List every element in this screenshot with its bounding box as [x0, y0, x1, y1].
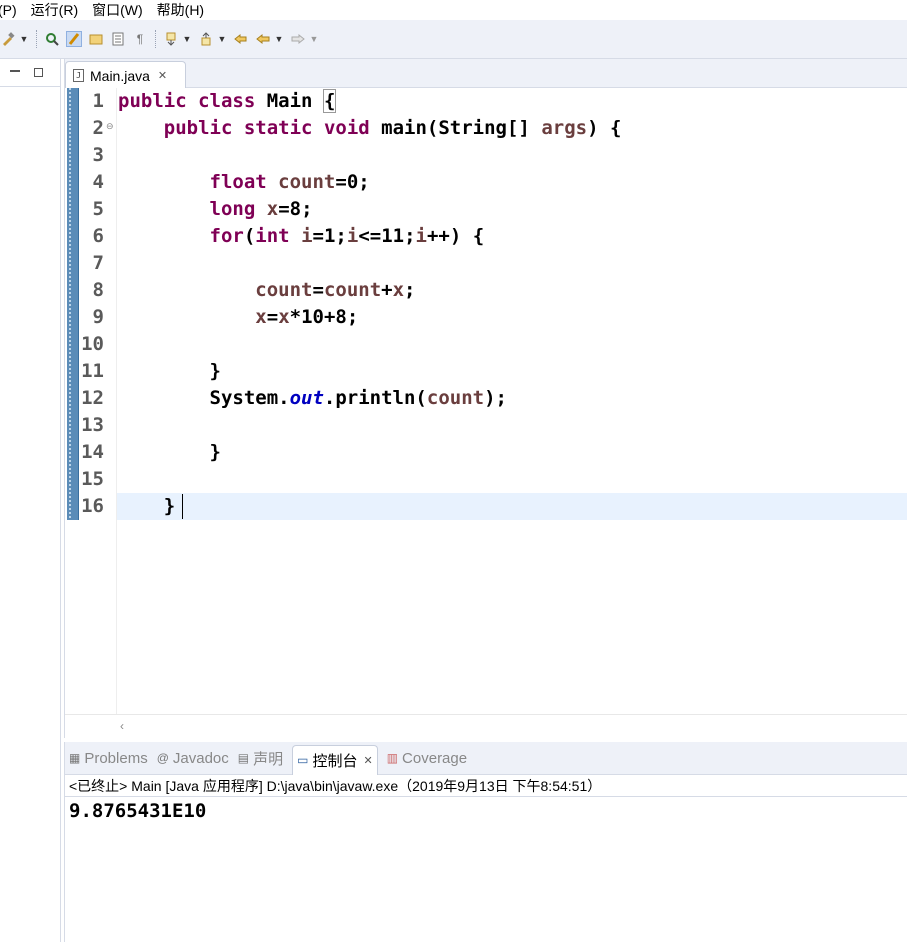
line-number: 15 — [81, 468, 104, 490]
toolbar: ▼ ¶ ▼ ▼ ▼ ▼ — [0, 20, 907, 59]
maximize-icon[interactable] — [34, 68, 43, 77]
code-line: float count=0; — [209, 171, 370, 193]
block-selection-icon[interactable] — [110, 31, 126, 47]
problems-icon: ▦ — [69, 751, 81, 765]
build-dropdown-icon[interactable]: ▼ — [19, 31, 29, 47]
declaration-icon: ▤ — [237, 751, 250, 765]
build-icon[interactable] — [0, 31, 16, 47]
search-icon[interactable] — [44, 31, 60, 47]
console-description: <已终止> Main [Java 应用程序] D:\java\bin\javaw… — [65, 775, 907, 797]
tab-main-java[interactable]: J Main.java ✕ — [65, 61, 186, 89]
bottom-tab-bar: ▦ Problems @ Javadoc ▤ 声明 ▭ 控制台 ✕ ▥ Cove… — [65, 742, 907, 775]
scroll-left-icon[interactable]: ‹ — [120, 719, 124, 733]
tab-problems[interactable]: ▦ Problems — [69, 750, 148, 767]
tab-label: 声明 — [253, 750, 284, 768]
left-panel — [0, 59, 61, 942]
code-line: count=count+x; — [255, 279, 416, 301]
tab-label: Javadoc — [172, 749, 229, 767]
line-number-gutter: 1 2 ⊖ 3 4 5 6 7 8 9 10 11 12 13 14 15 16 — [79, 88, 117, 714]
horizontal-scrollbar[interactable]: ‹ — [65, 714, 907, 738]
line-number: 12 — [81, 387, 104, 409]
code-line: System.out.println(count); — [118, 387, 507, 409]
line-number: 13 — [81, 414, 104, 436]
next-annotation-icon[interactable] — [163, 31, 179, 47]
last-edit-location-icon[interactable] — [233, 31, 249, 47]
menu-bar: (P) 运行(R) 窗口(W) 帮助(H) — [0, 0, 907, 20]
previous-annotation-dropdown-icon[interactable]: ▼ — [217, 31, 227, 47]
minimize-icon[interactable] — [10, 69, 20, 72]
line-number: 9 — [92, 306, 104, 328]
tab-coverage[interactable]: ▥ Coverage — [387, 750, 467, 767]
line-number: 3 — [92, 144, 104, 166]
toolbar-separator — [36, 30, 37, 48]
line-number: 10 — [81, 333, 104, 355]
code-line: for(int i=1;i<=11;i++) { — [209, 225, 485, 247]
tab-label: Problems — [84, 749, 148, 767]
java-file-icon: J — [73, 69, 84, 82]
tab-label: 控制台 — [312, 752, 358, 770]
change-ruler — [67, 88, 79, 520]
menu-window[interactable]: 窗口(W) — [85, 0, 150, 20]
code-line: } — [118, 441, 221, 463]
text-caret — [182, 494, 183, 519]
coverage-icon: ▥ — [386, 751, 399, 765]
bottom-panel: ▦ Problems @ Javadoc ▤ 声明 ▭ 控制台 ✕ ▥ Cove… — [64, 742, 907, 942]
previous-annotation-icon[interactable] — [198, 31, 214, 47]
close-icon[interactable]: ✕ — [363, 754, 372, 767]
code-editor[interactable]: 1 2 ⊖ 3 4 5 6 7 8 9 10 11 12 13 14 15 16… — [65, 88, 907, 714]
mark-occurrences-icon[interactable] — [66, 31, 82, 47]
editor-tab-bar: J Main.java ✕ — [65, 59, 907, 89]
editor-area: J Main.java ✕ 1 2 ⊖ 3 4 5 6 7 8 9 10 11 … — [64, 59, 907, 738]
line-number: 7 — [92, 252, 104, 274]
code-line: public static void main(String[] args) { — [163, 117, 622, 139]
line-number: 1 — [92, 90, 104, 112]
forward-icon[interactable] — [290, 31, 306, 47]
show-whitespace-icon[interactable]: ¶ — [132, 31, 148, 47]
tab-declaration[interactable]: ▤ 声明 — [238, 748, 283, 769]
code-line: long x=8; — [209, 198, 313, 220]
left-panel-header — [0, 59, 60, 87]
code-line: } — [118, 495, 176, 517]
line-number: 8 — [92, 279, 104, 301]
tab-javadoc[interactable]: @ Javadoc — [157, 750, 229, 767]
menu-project[interactable]: (P) — [0, 2, 24, 18]
code-line: x=x*10+8; — [255, 306, 359, 328]
menu-help[interactable]: 帮助(H) — [150, 0, 211, 20]
tab-label: Coverage — [402, 749, 468, 767]
console-output[interactable]: 9.8765431E10 — [65, 797, 907, 822]
back-icon[interactable] — [255, 31, 271, 47]
tab-label: Main.java — [90, 67, 150, 84]
line-number: 5 — [92, 198, 104, 220]
line-number: 6 — [92, 225, 104, 247]
fold-collapse-icon[interactable]: ⊖ — [106, 121, 114, 132]
next-annotation-dropdown-icon[interactable]: ▼ — [182, 31, 192, 47]
line-number: 14 — [81, 441, 104, 463]
toggle-breadcrumb-icon[interactable] — [88, 31, 104, 47]
code-line: } — [118, 360, 221, 382]
forward-dropdown-icon[interactable]: ▼ — [309, 31, 319, 47]
close-icon[interactable]: ✕ — [158, 69, 167, 82]
tab-console[interactable]: ▭ 控制台 ✕ — [292, 744, 378, 775]
toolbar-separator — [155, 30, 156, 48]
console-icon: ▭ — [297, 753, 309, 767]
back-dropdown-icon[interactable]: ▼ — [274, 31, 284, 47]
line-number: 11 — [81, 360, 104, 382]
line-number: 2 — [92, 117, 104, 139]
menu-run[interactable]: 运行(R) — [24, 0, 85, 20]
line-number: 4 — [92, 171, 104, 193]
javadoc-icon: @ — [156, 751, 169, 765]
current-line-highlight — [117, 493, 907, 520]
code-line: public class Main { — [118, 89, 337, 113]
line-number: 16 — [81, 495, 104, 517]
